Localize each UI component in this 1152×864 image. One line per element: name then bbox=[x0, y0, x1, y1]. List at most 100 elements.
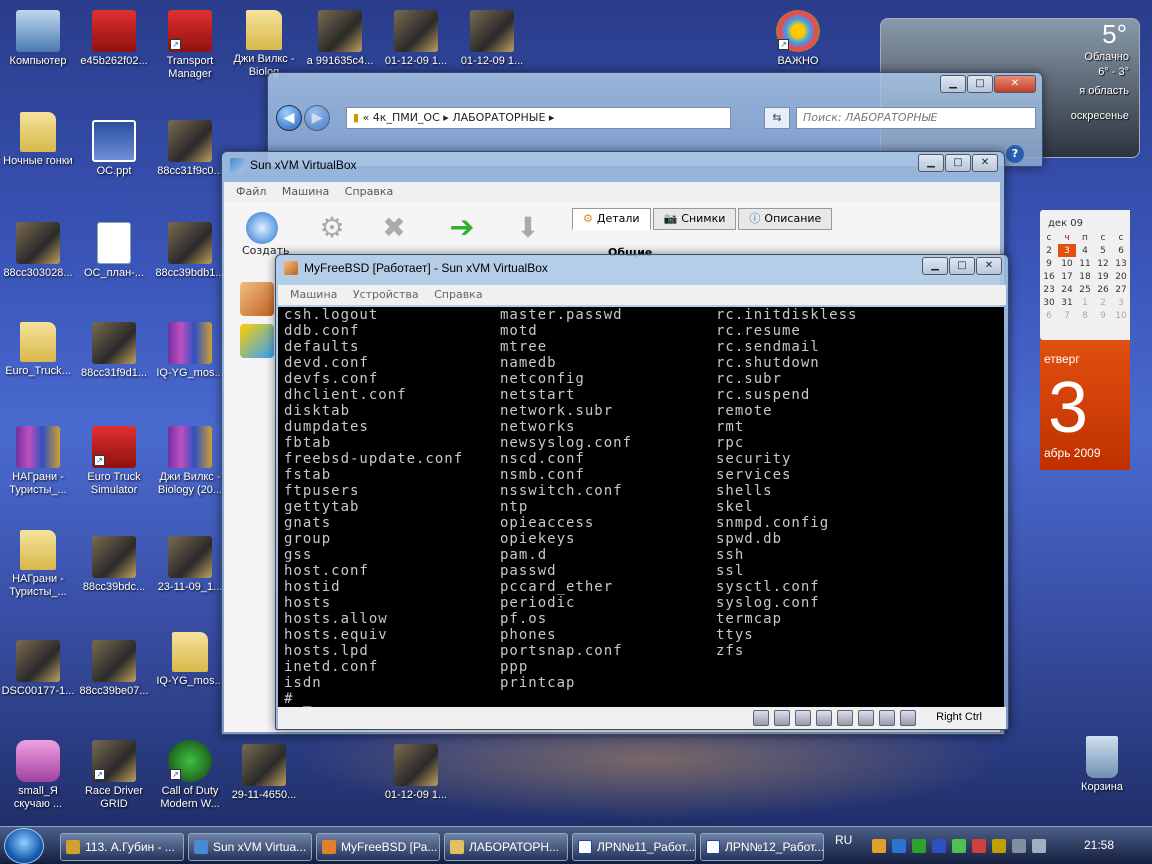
calendar-gadget[interactable]: дек 09 с ч п с с 2 3 4 5 6 9 10 11 12 13 16 1… bbox=[1040, 210, 1130, 340]
minimize-button[interactable]: ▁ bbox=[922, 257, 948, 275]
shared-folder-icon[interactable] bbox=[858, 710, 874, 726]
menu-help[interactable]: Справка bbox=[434, 288, 482, 301]
network-icon[interactable] bbox=[1012, 839, 1026, 853]
start-button[interactable]: ➔ bbox=[442, 212, 482, 244]
desktop-icon-photo[interactable]: 01-12-09 1... bbox=[378, 10, 454, 68]
taskbar-item[interactable]: ЛРN№11_Работ... bbox=[572, 833, 696, 861]
vm-list-item[interactable] bbox=[240, 282, 274, 316]
menu-devices[interactable]: Устройства bbox=[353, 288, 419, 301]
desktop-icon-computer[interactable]: Компьютер bbox=[0, 10, 76, 68]
close-button[interactable]: ✕ bbox=[976, 257, 1002, 275]
hdd-icon[interactable] bbox=[753, 710, 769, 726]
address-bar[interactable]: ▮ « 4к_ПМИ_ОС ▸ ЛАБОРАТОРНЫЕ ▸ bbox=[346, 107, 731, 129]
desktop-icon-photo[interactable]: 88cc31f9d1... bbox=[76, 322, 152, 380]
desktop-icon-folder[interactable]: Euro_Truck... bbox=[0, 322, 76, 378]
desktop-icon-photo[interactable]: 88cc31f9c0... bbox=[152, 120, 228, 178]
date-weekday: етверг bbox=[1044, 352, 1080, 366]
desktop-icon-recycle-bin[interactable]: Корзина bbox=[1064, 736, 1140, 794]
desktop-icon-race-driver[interactable]: ↗ Race Driver GRID bbox=[76, 740, 152, 811]
tray-app-icon[interactable] bbox=[952, 839, 966, 853]
info-icon: ⓘ bbox=[749, 212, 761, 225]
close-button[interactable]: ✕ bbox=[972, 154, 998, 172]
create-button[interactable]: Создать bbox=[242, 212, 290, 257]
desktop-icon-call-of-duty[interactable]: ↗ Call of Duty Modern W... bbox=[152, 740, 228, 811]
taskbar-item[interactable]: ЛРN№12_Работ... bbox=[700, 833, 824, 861]
volume-icon[interactable] bbox=[1032, 839, 1046, 853]
desktop-icon-photo[interactable]: e45b262f02... bbox=[76, 10, 152, 68]
window-controls: ▁ □ ✕ bbox=[940, 75, 1036, 93]
maximize-button[interactable]: □ bbox=[949, 257, 975, 275]
floppy-icon[interactable] bbox=[795, 710, 811, 726]
tab-snapshots[interactable]: 📷 Снимки bbox=[652, 208, 737, 230]
tray-app-icon[interactable] bbox=[872, 839, 886, 853]
date-gadget[interactable]: етверг 3 абрь 2009 bbox=[1040, 340, 1130, 470]
menu-help[interactable]: Справка bbox=[345, 185, 393, 198]
start-button[interactable] bbox=[4, 828, 44, 864]
desktop-icon-archive[interactable]: Джи Вилкс - Biology (20... bbox=[152, 426, 228, 497]
maximize-button[interactable]: □ bbox=[967, 75, 993, 93]
menu-machine[interactable]: Машина bbox=[290, 288, 337, 301]
tray-app-icon[interactable] bbox=[992, 839, 1006, 853]
image-icon bbox=[92, 322, 136, 364]
desktop-icon-photo[interactable]: 23-11-09_1... bbox=[152, 536, 228, 594]
desktop-icon-folder[interactable]: Ночные гонки bbox=[0, 112, 76, 168]
discard-button[interactable]: ⬇ bbox=[508, 212, 548, 244]
desktop-icon-photo[interactable]: 88cc303028... bbox=[0, 222, 76, 280]
desktop-icon-photo[interactable]: 01-12-09 1... bbox=[454, 10, 530, 68]
taskbar-item[interactable]: 113. А.Губин - ... bbox=[60, 833, 184, 861]
host-key-icon[interactable] bbox=[900, 710, 916, 726]
desktop-icon-photo[interactable]: a 991635c4... bbox=[302, 10, 378, 68]
forward-button[interactable]: ▶ bbox=[304, 105, 330, 131]
settings-button[interactable]: ⚙ bbox=[312, 212, 352, 244]
tray-app-icon[interactable] bbox=[892, 839, 906, 853]
desktop-icon-photo[interactable]: 88cc39be07... bbox=[76, 640, 152, 698]
mouse-integration-icon[interactable] bbox=[879, 710, 895, 726]
desktop-icon-photo[interactable]: 88cc39bdc... bbox=[76, 536, 152, 594]
help-icon[interactable]: ? bbox=[1006, 145, 1024, 163]
cd-icon[interactable] bbox=[774, 710, 790, 726]
refresh-button[interactable]: ⇆ bbox=[764, 107, 790, 129]
minimize-button[interactable]: ▁ bbox=[918, 154, 944, 172]
shortcut-arrow-icon: ↗ bbox=[170, 39, 181, 50]
desktop-icon-photo[interactable]: 01-12-09 1... bbox=[378, 744, 454, 802]
desktop-icon-doc[interactable]: ОС_план-... bbox=[76, 222, 152, 280]
tray-app-icon[interactable] bbox=[912, 839, 926, 853]
desktop-icon-euro-truck[interactable]: ↗ Euro Truck Simulator bbox=[76, 426, 152, 497]
tab-description[interactable]: ⓘ Описание bbox=[738, 208, 833, 230]
usb-icon[interactable] bbox=[837, 710, 853, 726]
minimize-button[interactable]: ▁ bbox=[940, 75, 966, 93]
desktop-icon-photo[interactable]: 29-11-4650... bbox=[226, 744, 302, 802]
desktop-icon-folder[interactable]: Джи Вилкс - Biolog bbox=[226, 10, 302, 79]
tab-details[interactable]: ⚙ Детали bbox=[572, 208, 651, 230]
vm-console[interactable]: csh.logout ddb.conf defaults devd.conf d… bbox=[278, 307, 1004, 707]
clock[interactable]: 21:58 bbox=[1084, 838, 1114, 852]
maximize-button[interactable]: □ bbox=[945, 154, 971, 172]
tray-app-icon[interactable] bbox=[932, 839, 946, 853]
search-input[interactable]: Поиск: ЛАБОРАТОРНЫЕ bbox=[796, 107, 1036, 129]
vm-window[interactable]: MyFreeBSD [Работает] - Sun xVM VirtualBo… bbox=[275, 254, 1009, 730]
desktop-icon-photo[interactable]: 88cc39bdb1... bbox=[152, 222, 228, 280]
breadcrumb-item[interactable]: ЛАБОРАТОРНЫЕ bbox=[452, 111, 545, 124]
taskbar-item[interactable]: MyFreeBSD [Ра... bbox=[316, 833, 440, 861]
delete-button[interactable]: ✖ bbox=[374, 212, 414, 244]
desktop-icon-transport-manager[interactable]: ↗ Transport Manager bbox=[152, 10, 228, 81]
desktop-icon-archive[interactable]: IQ-YG_mos... bbox=[152, 322, 228, 380]
desktop-icon-photo[interactable]: DSC00177-1... bbox=[0, 640, 76, 698]
desktop-icon-archive[interactable]: НАГрани - Туристы_... bbox=[0, 426, 76, 497]
network-icon[interactable] bbox=[816, 710, 832, 726]
desktop-icon-pink[interactable]: small_Я скучаю ... bbox=[0, 740, 76, 811]
breadcrumb-item[interactable]: 4к_ПМИ_ОС bbox=[373, 111, 440, 124]
taskbar-item[interactable]: ЛАБОРАТОРН... bbox=[444, 833, 568, 861]
desktop-icon-ppt[interactable]: ОС.ppt bbox=[76, 120, 152, 178]
menu-machine[interactable]: Машина bbox=[282, 185, 329, 198]
taskbar-item[interactable]: Sun xVM Virtua... bbox=[188, 833, 312, 861]
desktop-icon-important[interactable]: ↗ ВАЖНО bbox=[760, 10, 836, 68]
back-button[interactable]: ◀ bbox=[276, 105, 302, 131]
vm-list-item[interactable] bbox=[240, 324, 274, 358]
desktop-icon-folder[interactable]: IQ-YG_mos... bbox=[152, 632, 228, 688]
tray-app-icon[interactable] bbox=[972, 839, 986, 853]
language-indicator[interactable]: RU bbox=[835, 833, 852, 847]
desktop-icon-folder[interactable]: НАГрани - Туристы_... bbox=[0, 530, 76, 599]
menu-file[interactable]: Файл bbox=[236, 185, 266, 198]
close-button[interactable]: ✕ bbox=[994, 75, 1036, 93]
